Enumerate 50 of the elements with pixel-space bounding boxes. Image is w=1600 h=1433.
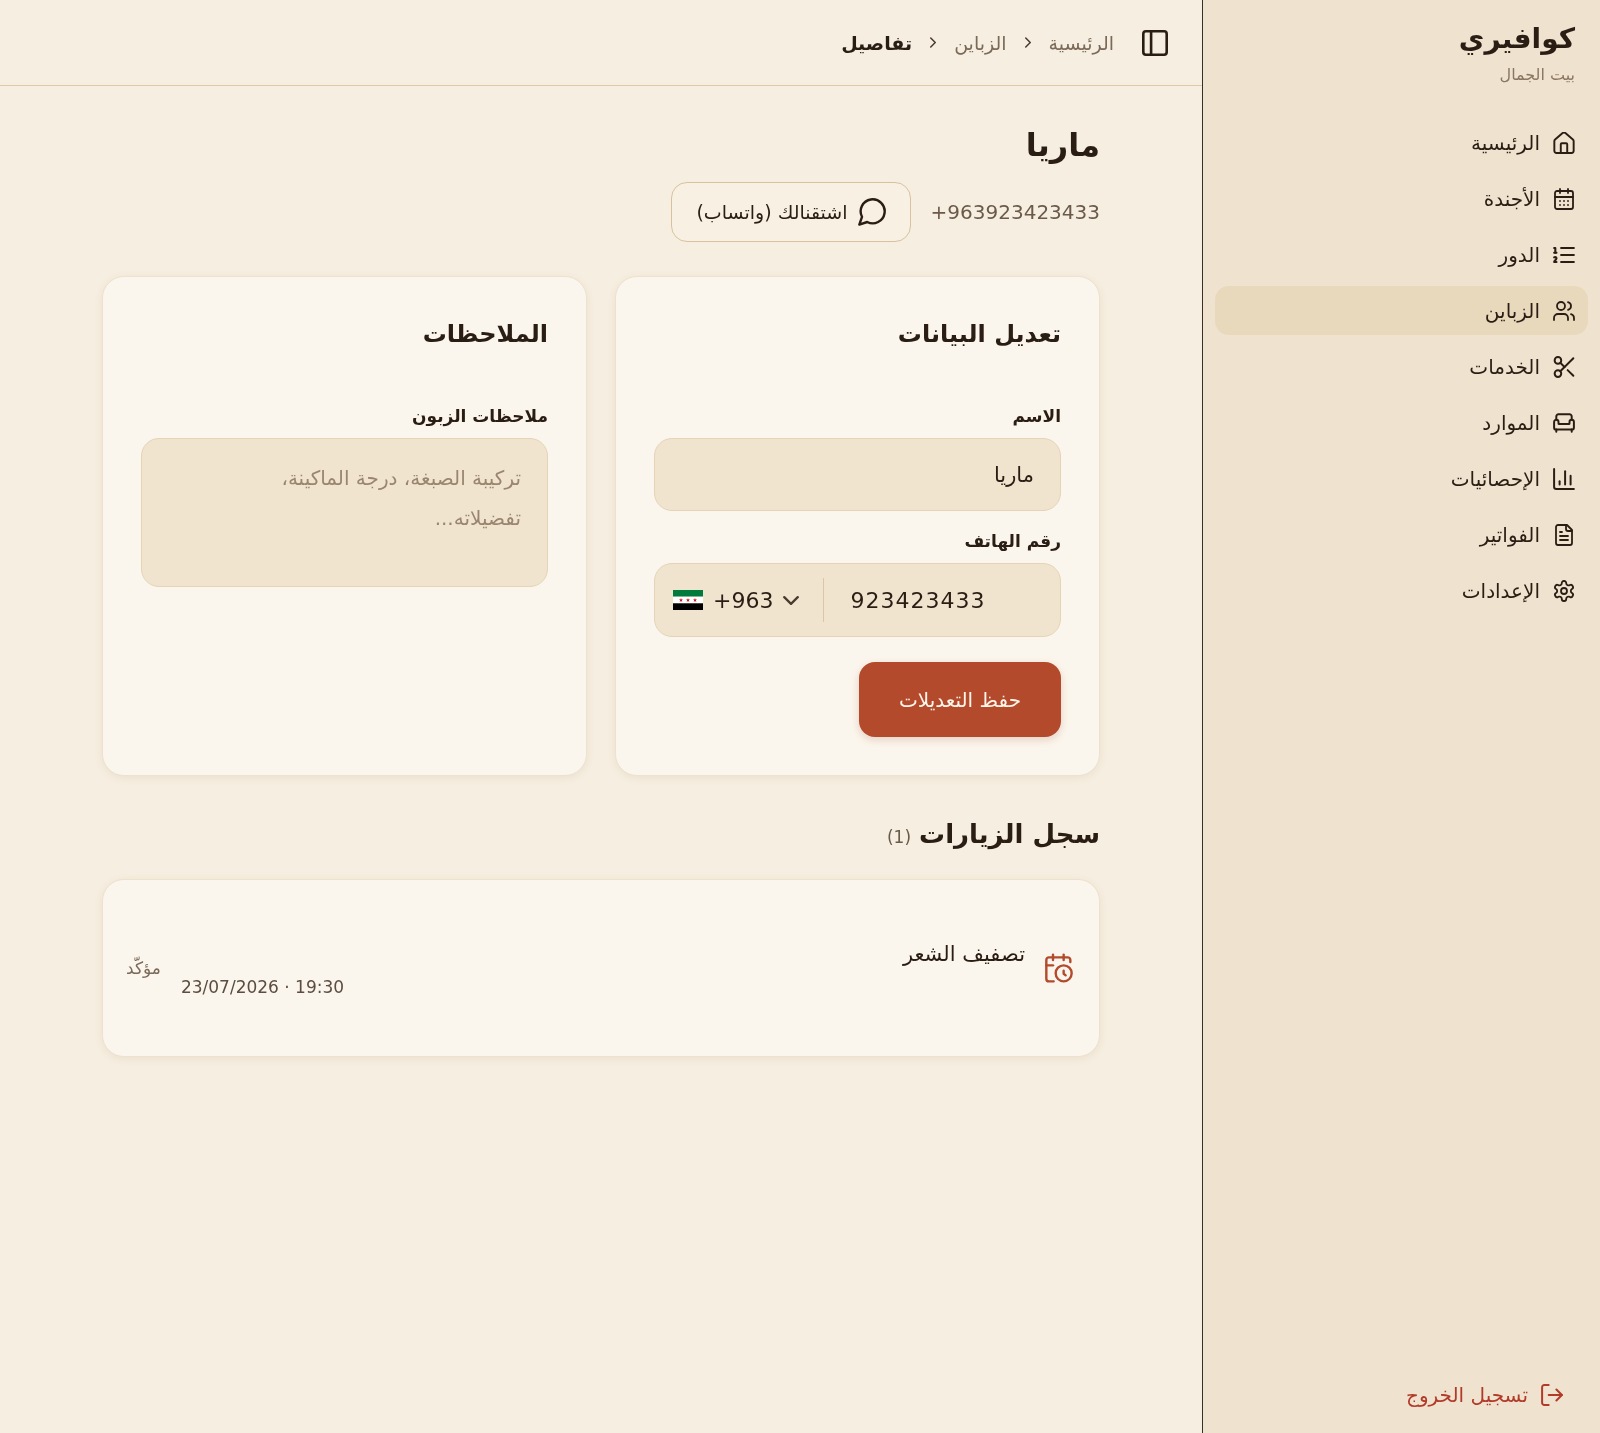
nav-item[interactable]: الإعدادات <box>1215 566 1588 615</box>
save-button[interactable]: حفظ التعديلات <box>859 662 1061 737</box>
scissors-icon <box>1553 355 1575 378</box>
calendar-icon <box>1553 187 1575 210</box>
visit-status: مؤكّد <box>126 958 161 978</box>
country-code-select[interactable]: +963 <box>655 578 825 622</box>
chevron-icon <box>1024 37 1031 48</box>
field-label: رقم الهاتف <box>964 530 1061 553</box>
chat-bubble-icon <box>857 198 886 226</box>
document-icon <box>1553 523 1575 546</box>
chevron-icon <box>930 37 937 48</box>
notes-field[interactable]: تركيبة الصبغة، درجة الماكينة، تفضيلاته... <box>141 438 548 587</box>
breadcrumb-link[interactable]: الزباين <box>954 31 1007 54</box>
nav-item[interactable]: الدور <box>1215 230 1588 279</box>
nav-item[interactable]: الفواتير <box>1215 510 1588 559</box>
users-icon <box>1553 299 1575 322</box>
field-label: ملاحظات الزبون <box>412 405 548 429</box>
breadcrumb-link[interactable]: الرئيسية <box>1048 31 1114 54</box>
section-title: سجل الزيارات <box>919 818 1100 852</box>
name-input[interactable]: ماريا <box>654 438 1061 511</box>
brand-tagline: بيت الجمال <box>1499 64 1575 86</box>
bar-chart-icon <box>1553 467 1575 490</box>
customer-phone: +963923423433 <box>930 200 1100 224</box>
logout-button[interactable]: تسجيل الخروج <box>1215 1375 1588 1415</box>
card-title: الملاحظات <box>422 319 548 350</box>
nav-item[interactable]: الزباين <box>1215 286 1588 335</box>
card-title: تعديل البيانات <box>897 319 1061 350</box>
whatsapp-button[interactable]: اشتقنالك (واتساب) <box>671 182 911 242</box>
visit-date: 23/07/2026 · 19:30 <box>180 975 345 998</box>
breadcrumb-link[interactable]: تفاصيل <box>841 31 913 54</box>
customer-name: ماريا <box>1025 125 1100 166</box>
calendar-clock-icon <box>1045 953 1073 983</box>
home-icon <box>1553 131 1575 154</box>
field-label: الاسم <box>1012 405 1061 428</box>
visit-count: (1) <box>886 827 912 847</box>
visit-service: تصفيف الشعر <box>902 940 1025 968</box>
flag-icon <box>673 590 703 610</box>
sidebar-toggle-icon[interactable] <box>1142 29 1168 56</box>
brand-name: كوافيري <box>1458 21 1575 57</box>
nav-item[interactable]: الأجندة <box>1215 174 1588 223</box>
nav-item[interactable]: الخدمات <box>1215 342 1588 391</box>
chevron-down-icon <box>783 595 800 605</box>
nav-item[interactable]: الإحصائيات <box>1215 454 1588 503</box>
armchair-icon <box>1553 411 1575 434</box>
phone-input[interactable]: 923423433 <box>850 578 1034 622</box>
nav-item[interactable]: الموارد <box>1215 398 1588 447</box>
phone-field[interactable]: +963 923423433 <box>654 563 1061 637</box>
logout-icon <box>1541 1384 1563 1406</box>
nav-item[interactable]: الرئيسية <box>1215 118 1588 167</box>
settings-icon <box>1553 579 1575 602</box>
